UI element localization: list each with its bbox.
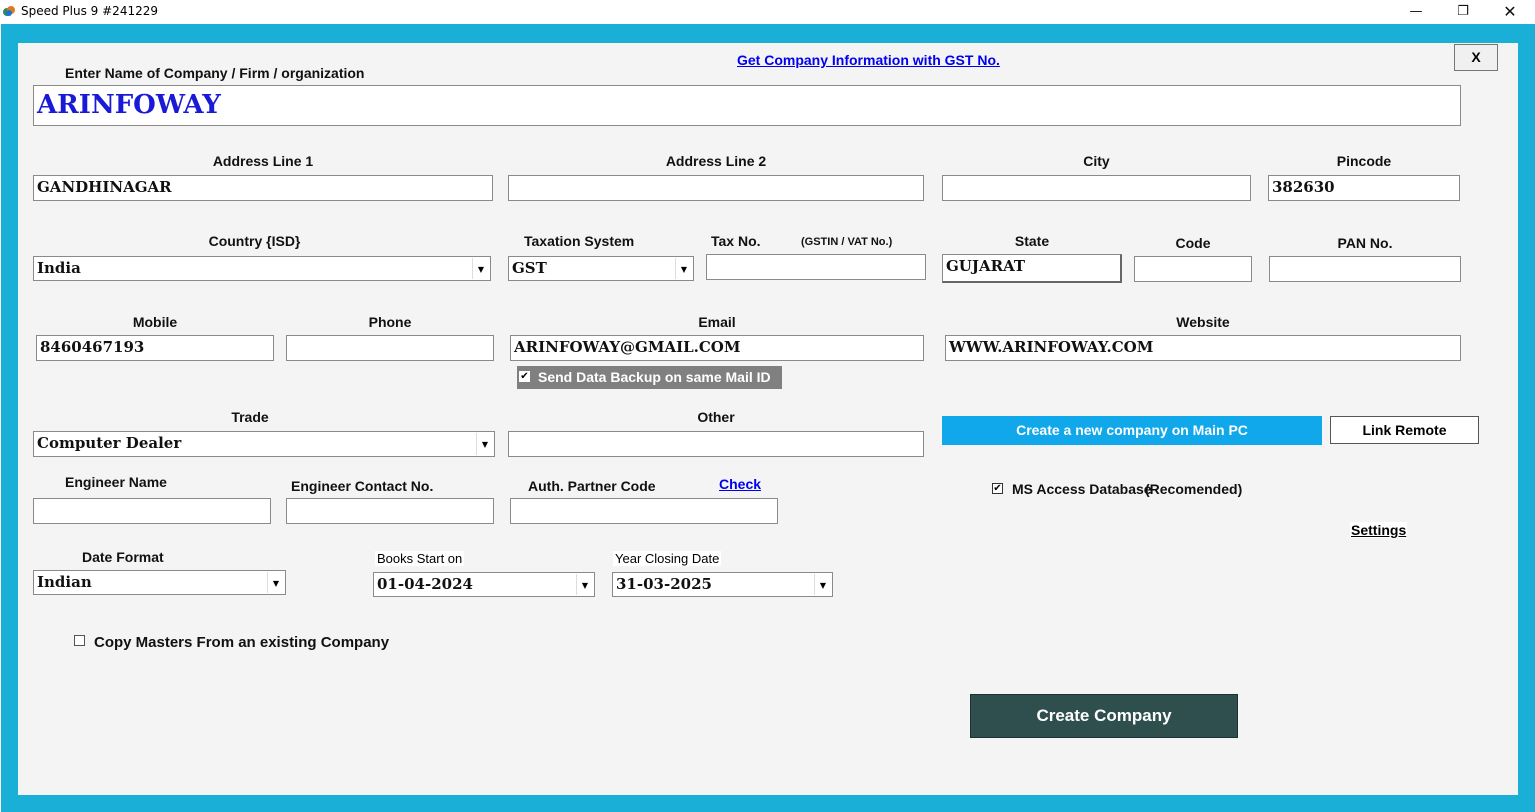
company-name-input[interactable]: ARINFOWAY: [33, 85, 1461, 126]
partner-code-input[interactable]: [510, 498, 778, 524]
copy-masters-label: Copy Masters From an existing Company: [94, 634, 390, 651]
create-company-button[interactable]: Create Company: [970, 694, 1238, 738]
minimize-icon[interactable]: —: [1401, 2, 1431, 22]
restore-icon[interactable]: ❐: [1448, 2, 1478, 22]
year-closing-value: 31-03-2025: [616, 575, 712, 593]
phone-input[interactable]: [286, 335, 494, 361]
city-label: City: [1083, 153, 1110, 169]
engineer-name-label: Engineer Name: [65, 474, 167, 490]
taxation-system-value: GST: [512, 259, 547, 277]
country-select[interactable]: India ▼: [33, 256, 491, 281]
ms-access-checkbox[interactable]: ✔: [992, 483, 1003, 494]
link-remote-button[interactable]: Link Remote: [1330, 416, 1479, 444]
code-input[interactable]: [1134, 256, 1252, 282]
taxation-system-label: Taxation System: [524, 233, 635, 249]
website-label: Website: [1176, 314, 1230, 330]
engineer-contact-input[interactable]: [286, 498, 494, 524]
close-form-button[interactable]: X: [1454, 44, 1498, 71]
other-label: Other: [697, 409, 735, 425]
city-input[interactable]: [942, 175, 1251, 201]
pincode-label: Pincode: [1336, 153, 1392, 169]
company-form-panel: X Enter Name of Company / Firm / organiz…: [18, 43, 1518, 795]
address-line1-label: Address Line 1: [212, 153, 314, 169]
date-format-select[interactable]: Indian ▼: [33, 570, 286, 595]
gst-info-link[interactable]: Get Company Information with GST No.: [737, 52, 1000, 68]
address-line1-input[interactable]: GANDHINAGAR: [33, 175, 493, 201]
other-input[interactable]: [508, 431, 924, 457]
ms-access-note: (Recomended): [1145, 481, 1243, 497]
pan-label: PAN No.: [1337, 235, 1393, 251]
window-title: Speed Plus 9 #241229: [21, 4, 158, 18]
tax-no-label: Tax No.: [711, 233, 761, 249]
pan-input[interactable]: [1269, 256, 1461, 282]
state-label: State: [1014, 233, 1050, 249]
tax-no-input[interactable]: [706, 254, 926, 280]
chevron-down-icon[interactable]: ▼: [675, 258, 692, 279]
website-input[interactable]: WWW.ARINFOWAY.COM: [945, 335, 1461, 361]
chevron-down-icon[interactable]: ▼: [472, 258, 489, 279]
chevron-down-icon[interactable]: ▼: [267, 572, 284, 593]
books-start-select[interactable]: 01-04-2024 ▼: [373, 572, 595, 597]
country-label: Country {ISD}: [208, 233, 301, 249]
year-closing-label: Year Closing Date: [613, 551, 722, 566]
chevron-down-icon[interactable]: ▼: [476, 433, 493, 455]
address-line2-label: Address Line 2: [665, 153, 767, 169]
state-input[interactable]: GUJARAT: [942, 254, 1122, 283]
check-link[interactable]: Check: [719, 476, 761, 492]
mobile-input[interactable]: 8460467193: [36, 335, 274, 361]
code-label: Code: [1175, 235, 1211, 251]
pincode-input[interactable]: 382630: [1268, 175, 1460, 201]
backup-checkbox-row[interactable]: ✔ Send Data Backup on same Mail ID: [517, 366, 782, 389]
settings-link[interactable]: Settings: [1350, 522, 1408, 538]
company-name-label: Enter Name of Company / Firm / organizat…: [65, 65, 365, 81]
year-closing-select[interactable]: 31-03-2025 ▼: [612, 572, 833, 597]
email-label: Email: [698, 314, 736, 330]
chevron-down-icon[interactable]: ▼: [814, 574, 831, 595]
create-on-main-pc-button[interactable]: Create a new company on Main PC: [942, 416, 1322, 445]
taxation-system-select[interactable]: GST ▼: [508, 256, 694, 281]
books-start-label: Books Start on: [375, 551, 465, 566]
engineer-name-input[interactable]: [33, 498, 271, 524]
trade-label: Trade: [231, 409, 269, 425]
trade-select[interactable]: Computer Dealer ▼: [33, 431, 495, 457]
books-start-value: 01-04-2024: [377, 575, 473, 593]
country-value: India: [37, 259, 81, 277]
close-icon[interactable]: ✕: [1495, 2, 1525, 22]
chevron-down-icon[interactable]: ▼: [576, 574, 593, 595]
email-input[interactable]: ARINFOWAY@GMAIL.COM: [510, 335, 924, 361]
partner-code-label: Auth. Partner Code: [528, 478, 656, 494]
ms-access-label: MS Access Database: [1012, 481, 1152, 497]
address-line2-input[interactable]: [508, 175, 924, 201]
date-format-label: Date Format: [82, 549, 164, 565]
backup-checkbox[interactable]: ✔: [519, 371, 530, 382]
backup-label: Send Data Backup on same Mail ID: [538, 369, 771, 385]
engineer-contact-label: Engineer Contact No.: [291, 478, 434, 494]
mobile-label: Mobile: [132, 314, 178, 330]
date-format-value: Indian: [37, 573, 92, 591]
app-icon: [3, 6, 15, 16]
trade-value: Computer Dealer: [37, 434, 182, 452]
copy-masters-checkbox[interactable]: [74, 635, 85, 646]
title-bar: Speed Plus 9 #241229 — ❐ ✕: [0, 0, 1535, 24]
tax-no-hint: (GSTIN / VAT No.): [801, 236, 893, 248]
phone-label: Phone: [368, 314, 412, 330]
